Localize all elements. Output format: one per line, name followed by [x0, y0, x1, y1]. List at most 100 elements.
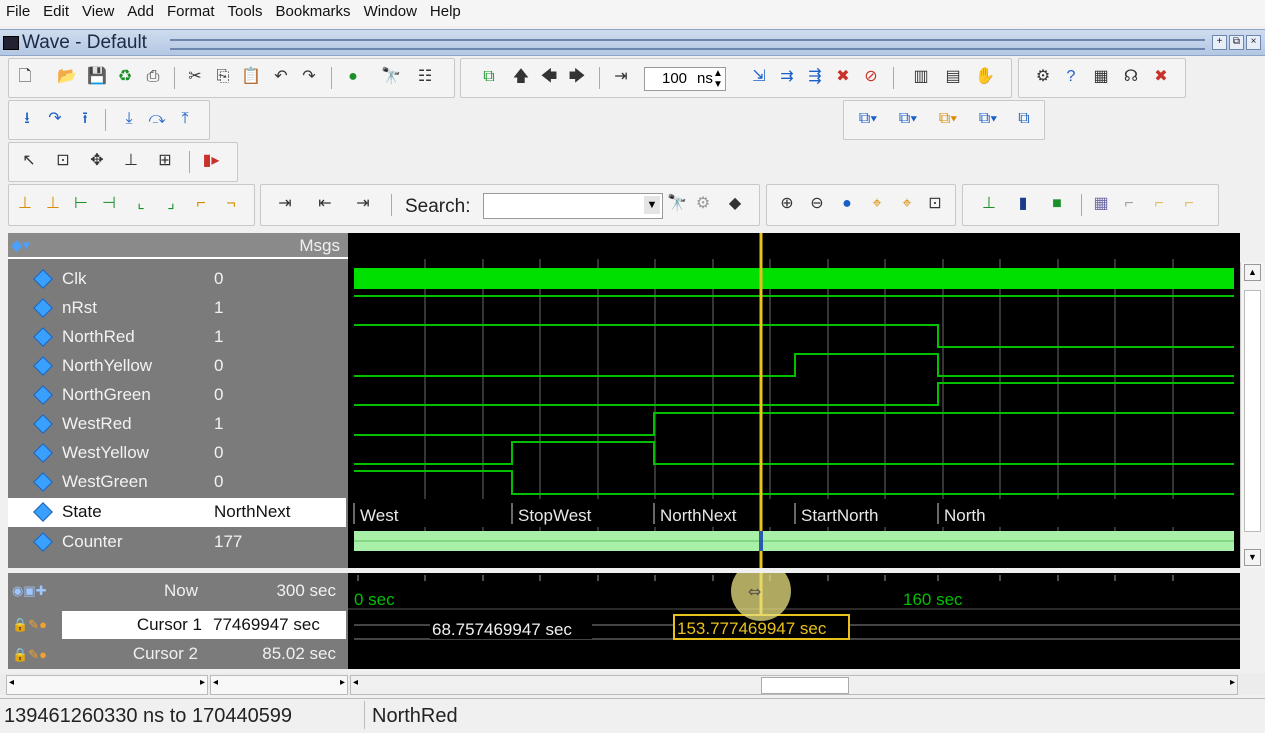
edge-icon-2[interactable]: ⊥: [43, 194, 63, 214]
zoom-full-icon[interactable]: ●: [837, 194, 857, 214]
scroll-left-icon[interactable]: ◂: [353, 677, 358, 688]
chevron-down-icon[interactable]: ▼: [644, 196, 660, 214]
search-options-icon[interactable]: ⚙: [693, 194, 713, 214]
zoom-region-icon[interactable]: ⊡: [925, 194, 945, 214]
save-icon[interactable]: 💾: [87, 67, 107, 87]
run-icon[interactable]: ⇲: [749, 67, 769, 87]
undo-icon[interactable]: ↶: [271, 67, 291, 87]
format-literal-icon[interactable]: ⊥: [979, 194, 999, 214]
grid-icon[interactable]: ▦: [1091, 67, 1111, 87]
names-hscroll[interactable]: ◂ ▸: [6, 675, 208, 695]
find-tran-icon[interactable]: ⇥: [353, 194, 373, 214]
probe-icon[interactable]: ☊: [1121, 67, 1141, 87]
dock-icon[interactable]: +: [1212, 35, 1227, 50]
edge-rise-icon[interactable]: ⌐: [1119, 194, 1139, 214]
print-icon[interactable]: ⎙: [143, 67, 163, 87]
step-into-icon[interactable]: ⭳: [17, 109, 37, 129]
step-over-all-icon[interactable]: ⤼: [147, 109, 167, 129]
cursor1-lock-icon[interactable]: 🔒✎●: [12, 617, 47, 633]
add-memory-icon[interactable]: ⧉: [1014, 109, 1034, 129]
scroll-left-icon[interactable]: ◂: [9, 677, 14, 688]
edge-icon-1[interactable]: ⊥: [15, 194, 35, 214]
cursor-time-pane[interactable]: 0 sec 160 sec 68.757469947 sec 153.77746…: [348, 561, 1240, 669]
add-group-icon[interactable]: ⧉▾: [938, 109, 958, 129]
reload-icon[interactable]: ♻: [115, 67, 135, 87]
find-next-icon[interactable]: ⇤: [315, 194, 335, 214]
step-over-icon[interactable]: ↷: [45, 109, 65, 129]
add-wave-icon[interactable]: ⧉▾: [858, 109, 878, 129]
menu-window[interactable]: Window: [358, 0, 424, 20]
step-out-icon[interactable]: ⭱: [75, 109, 95, 129]
format-analog-icon[interactable]: ▦: [1091, 194, 1111, 214]
compile-icon[interactable]: ●: [343, 67, 363, 87]
find-icon[interactable]: 🔭: [381, 67, 401, 87]
menu-add[interactable]: Add: [121, 0, 161, 20]
hand-icon[interactable]: ✋: [975, 67, 995, 87]
memory-icon[interactable]: ▤: [943, 67, 963, 87]
open-icon[interactable]: 📂: [57, 67, 77, 87]
zoom-cursor-icon[interactable]: ⌖: [867, 194, 887, 214]
edge-icon-3[interactable]: ⊢: [71, 194, 91, 214]
format-icon[interactable]: ☷: [415, 67, 435, 87]
format-logic-icon[interactable]: ▮: [1013, 194, 1033, 214]
run-length-input[interactable]: 100 ns ▲ ▼: [644, 67, 726, 91]
add-divider-icon[interactable]: ⧉▾: [978, 109, 998, 129]
edge-fall-icon[interactable]: ⌐: [1149, 194, 1169, 214]
edge-icon-5[interactable]: ⌞: [131, 194, 151, 214]
menu-file[interactable]: File: [0, 0, 37, 20]
scroll-right-icon[interactable]: ▸: [1230, 677, 1235, 688]
pan-mode-icon[interactable]: ✥: [87, 151, 107, 171]
scroll-down-icon[interactable]: ▼: [1244, 549, 1261, 566]
step-into-all-icon[interactable]: ⤓: [119, 109, 139, 129]
menu-tools[interactable]: Tools: [222, 0, 270, 20]
wave-scroll-thumb[interactable]: [761, 677, 849, 694]
signal-row-state[interactable]: State: [8, 498, 210, 527]
format-event-icon[interactable]: ■: [1047, 194, 1067, 214]
paste-icon[interactable]: 📋: [241, 67, 261, 87]
up-icon[interactable]: 🡅: [511, 67, 531, 87]
menu-edit[interactable]: Edit: [37, 0, 76, 20]
performance-icon[interactable]: ▥: [911, 67, 931, 87]
cursor1-label-bg[interactable]: Cursor 1: [62, 611, 210, 639]
break-icon[interactable]: ✖: [833, 67, 853, 87]
search-input[interactable]: ▼: [483, 193, 663, 219]
signal-row-counter[interactable]: Counter: [8, 528, 210, 557]
edge-icon-8[interactable]: ¬: [221, 194, 241, 214]
layout-icon[interactable]: ⚙: [1033, 67, 1053, 87]
menu-view[interactable]: View: [76, 0, 121, 20]
restart-icon[interactable]: ⧉: [479, 67, 499, 87]
stop-wave-icon[interactable]: ▮▸: [201, 151, 221, 171]
edge-icon-7[interactable]: ⌐: [191, 194, 211, 214]
signal-row-northgreen[interactable]: NorthGreen: [8, 381, 210, 410]
zoom-between-icon[interactable]: ⌖: [897, 194, 917, 214]
cursor2-lock-icon[interactable]: 🔒✎●: [12, 647, 47, 663]
zoom-mode-icon[interactable]: ⊡: [53, 151, 73, 171]
find-prev-icon[interactable]: ⇥: [275, 194, 295, 214]
cut-icon[interactable]: ✂: [185, 67, 205, 87]
binoculars-icon[interactable]: 🔭: [667, 194, 687, 214]
forward-icon[interactable]: 🡆: [567, 67, 587, 87]
vertical-scrollbar[interactable]: ▲ ▼: [1240, 262, 1264, 568]
scroll-right-icon[interactable]: ▸: [200, 677, 205, 688]
select-mode-icon[interactable]: ↖: [19, 151, 39, 171]
continue-icon[interactable]: ⇉: [777, 67, 797, 87]
zoom-in-icon[interactable]: ⊕: [777, 194, 797, 214]
values-hscroll[interactable]: ◂ ▸: [210, 675, 348, 695]
step-out-all-icon[interactable]: ⤒: [175, 109, 195, 129]
wave-hscroll[interactable]: ◂ ▸: [350, 675, 1238, 695]
run-all-icon[interactable]: ⇶: [805, 67, 825, 87]
signal-row-westred[interactable]: WestRed: [8, 410, 210, 439]
edit-mode-icon[interactable]: ⊥: [121, 151, 141, 171]
new-icon[interactable]: 🗋: [15, 67, 35, 87]
scroll-right-icon[interactable]: ▸: [340, 677, 345, 688]
back-icon[interactable]: 🡄: [539, 67, 559, 87]
search-settings-icon[interactable]: ◆: [725, 194, 745, 214]
menu-bookmarks[interactable]: Bookmarks: [270, 0, 358, 20]
scroll-thumb[interactable]: [1244, 290, 1261, 532]
edge-icon-4[interactable]: ⊣: [99, 194, 119, 214]
stop-icon[interactable]: ⊘: [861, 67, 881, 87]
signal-row-westyellow[interactable]: WestYellow: [8, 439, 210, 468]
stretch-mode-icon[interactable]: ⊞: [155, 151, 175, 171]
cursor1-value-bg[interactable]: 77469947 sec: [210, 611, 346, 639]
signal-row-westgreen[interactable]: WestGreen: [8, 468, 210, 497]
